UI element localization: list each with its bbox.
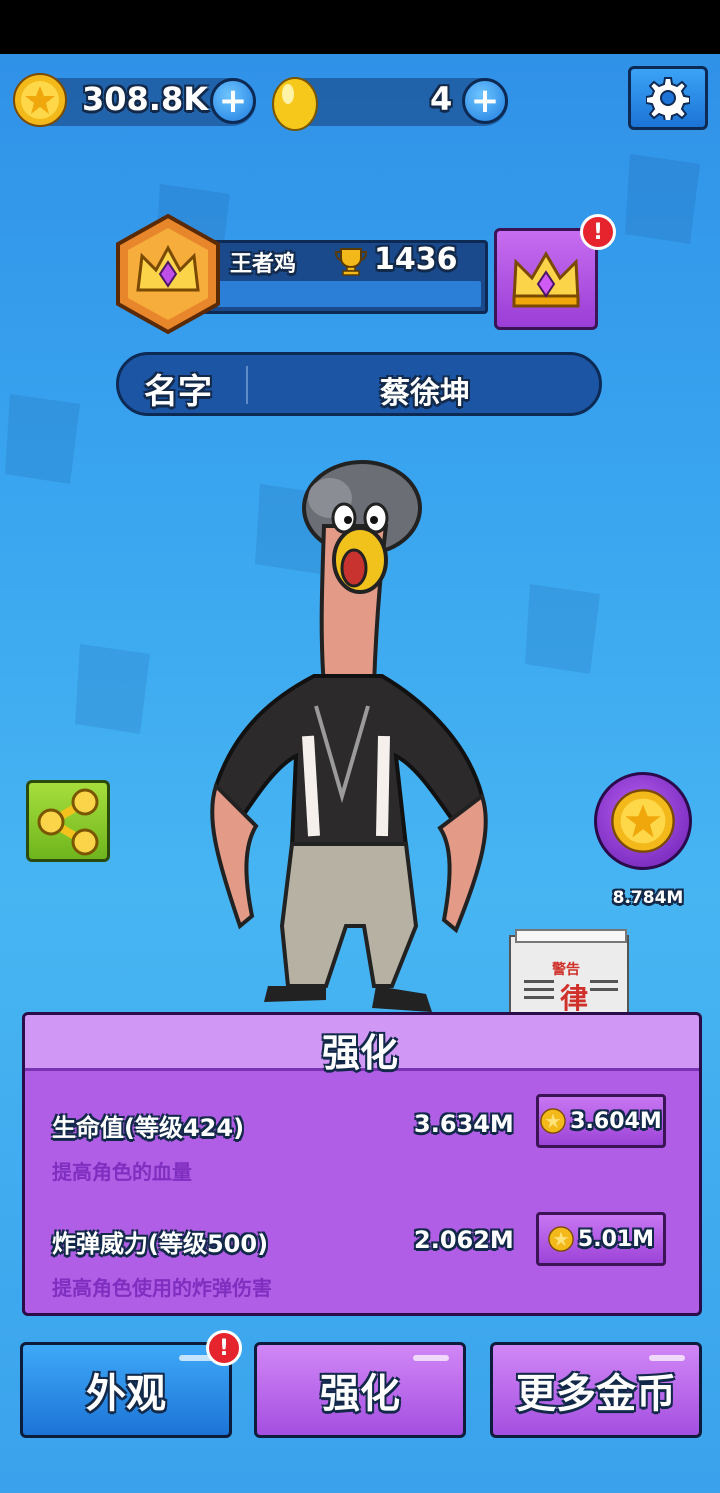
rank-rewards-button[interactable] — [494, 228, 598, 330]
egg-icon — [272, 77, 318, 131]
bomb-upgrade-description: 提高角色使用的炸弹伤害 — [52, 1276, 272, 1300]
coin-amount: 308.8K — [82, 80, 209, 118]
settings-button[interactable] — [628, 66, 708, 130]
crown-icon — [512, 251, 580, 308]
health-upgrade-cost: 3.604M — [570, 1108, 662, 1134]
health-upgrade-description: 提高角色的血量 — [52, 1160, 192, 1184]
player-name[interactable]: 蔡徐坤 — [250, 368, 600, 412]
bomb-upgrade-cost: 5.01M — [577, 1226, 655, 1252]
health-upgrade-button[interactable]: 3.604M — [536, 1094, 666, 1148]
add-coins-button[interactable]: + — [210, 78, 256, 124]
add-eggs-button[interactable]: + — [462, 78, 508, 124]
name-label: 名字 — [144, 372, 212, 412]
tab-appearance[interactable]: 外观 — [20, 1342, 232, 1438]
coin-icon — [548, 1226, 574, 1252]
plus-icon: + — [470, 81, 500, 121]
newspaper-headline: 警告 — [552, 961, 580, 978]
gear-icon — [646, 77, 690, 120]
tab-more-coins[interactable]: 更多金币 — [490, 1342, 702, 1438]
name-divider — [246, 366, 248, 404]
trophy-score: 1436 — [374, 242, 458, 277]
coin-bonus-amount: 8.784M — [612, 888, 684, 908]
rank-title: 王者鸡 — [230, 252, 297, 277]
share-icon — [37, 788, 99, 856]
status-bar — [0, 0, 720, 54]
egg-amount: 4 — [430, 80, 453, 118]
coin-icon — [540, 1108, 567, 1134]
plus-icon: + — [218, 81, 248, 121]
health-upgrade-label: 生命值(等级424) — [52, 1114, 245, 1142]
tab-appearance-label: 外观 — [86, 1371, 166, 1417]
trophy-icon — [334, 248, 368, 276]
alert-icon: ! — [206, 1330, 242, 1366]
health-current-value: 3.634M — [414, 1110, 514, 1138]
coin-icon — [13, 73, 67, 127]
coin-icon — [611, 789, 675, 853]
bomb-upgrade-label: 炸弹威力(等级500) — [52, 1230, 269, 1258]
rank-badge-icon — [116, 213, 220, 335]
share-button[interactable] — [26, 780, 110, 862]
tab-more-coins-label: 更多金币 — [516, 1371, 676, 1417]
tab-upgrade[interactable]: 强化 — [254, 1342, 466, 1438]
newspaper-glyph: 律 — [560, 982, 588, 1015]
newspaper-prop: 警告 律 — [509, 929, 629, 1016]
coin-bonus-button[interactable] — [594, 772, 692, 870]
panel-title: 强化 — [321, 1031, 398, 1075]
bomb-current-value: 2.062M — [414, 1226, 514, 1254]
tab-upgrade-label: 强化 — [320, 1371, 400, 1417]
bomb-upgrade-button[interactable]: 5.01M — [536, 1212, 666, 1266]
chicken-character — [210, 460, 488, 1012]
alert-icon: ! — [580, 214, 616, 250]
